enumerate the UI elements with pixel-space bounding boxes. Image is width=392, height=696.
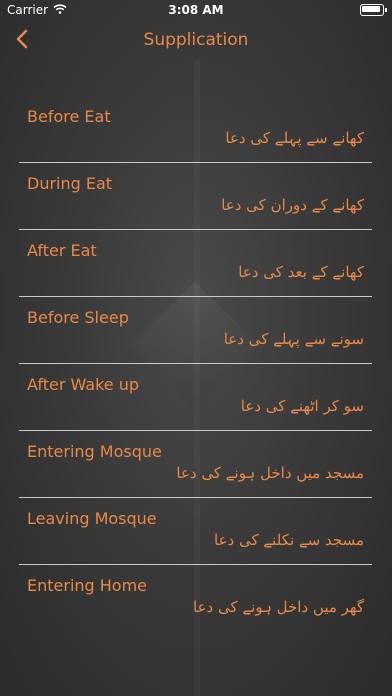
item-label: Entering Home [27,576,148,595]
list-item-before-sleep[interactable]: Before Sleep سونے سے پہلے کی دعا [19,297,372,364]
list-item-before-eat[interactable]: Before Eat کھانے سے پہلے کی دعا [19,96,372,163]
item-label: After Eat [27,241,97,260]
item-label: Entering Mosque [27,442,162,461]
item-urdu-label: کھانے سے پہلے کی دعا [225,129,364,147]
status-bar: Carrier 3:08 AM [0,0,392,22]
item-label: During Eat [27,174,113,193]
list-item-after-wake-up[interactable]: After Wake up سو کر اٹھنے کی دعا [19,364,372,431]
battery-icon [360,4,387,16]
page-title: Supplication [143,30,249,50]
list-item-after-eat[interactable]: After Eat کھانے کے بعد کی دعا [19,230,372,297]
item-urdu-label: کھانے کے بعد کی دعا [238,263,364,281]
item-label: Before Eat [27,107,111,126]
item-urdu-label: سو کر اٹھنے کی دعا [240,397,364,415]
list-item-during-eat[interactable]: During Eat کھانے کے دوران کی دعا [19,163,372,230]
item-urdu-label: مسجد سے نکلنے کی دعا [214,531,364,549]
item-urdu-label: سونے سے پہلے کی دعا [223,330,364,348]
item-urdu-label: مسجد میں داخل ہونے کی دعا [176,464,364,482]
item-urdu-label: کھانے کے دوران کی دعا [221,196,364,214]
list-item-entering-mosque[interactable]: Entering Mosque مسجد میں داخل ہونے کی دع… [19,431,372,498]
item-label: Leaving Mosque [27,509,157,528]
item-label: Before Sleep [27,308,129,327]
status-time: 3:08 AM [168,3,224,17]
navigation-bar: Supplication [0,22,392,60]
item-urdu-label: گھر میں داخل ہونے کی دعا [193,598,364,616]
list-item-leaving-mosque[interactable]: Leaving Mosque مسجد سے نکلنے کی دعا [19,498,372,565]
supplication-list: Before Eat کھانے سے پہلے کی دعا During E… [19,96,372,631]
item-label: After Wake up [27,375,140,394]
list-item-entering-home[interactable]: Entering Home گھر میں داخل ہونے کی دعا [19,565,372,631]
